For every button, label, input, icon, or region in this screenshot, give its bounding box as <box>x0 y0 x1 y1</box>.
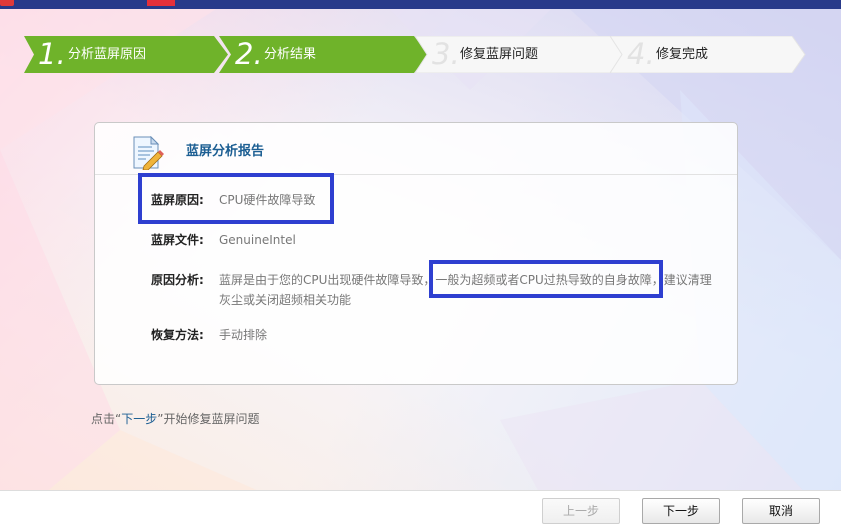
step-2-label: 分析结果 <box>264 47 317 62</box>
file-label: 蓝屏文件: <box>151 233 204 247</box>
report-panel <box>94 122 738 385</box>
step-2-number: 2. <box>235 37 263 71</box>
prev-button[interactable]: 上一步 <box>542 498 620 524</box>
step-3-label: 修复蓝屏问题 <box>460 47 539 62</box>
document-pencil-icon <box>130 135 164 174</box>
highlight-box-cause <box>138 173 334 224</box>
recovery-value: 手动排除 <box>219 328 268 342</box>
cancel-button[interactable]: 取消 <box>742 498 820 524</box>
step-4-label: 修复完成 <box>656 47 709 62</box>
hint-next-link[interactable]: 下一步 <box>121 412 157 426</box>
step-3: 3. 修复蓝屏问题 <box>415 36 625 73</box>
next-step-hint: 点击“下一步”开始修复蓝屏问题 <box>91 410 259 428</box>
step-1: 1. 分析蓝屏原因 <box>24 36 229 73</box>
title-badge <box>147 0 175 6</box>
step-1-label: 分析蓝屏原因 <box>68 47 147 62</box>
hint-prefix: 点击“ <box>91 412 122 426</box>
step-3-number: 3. <box>432 37 460 71</box>
next-button[interactable]: 下一步 <box>642 498 720 524</box>
step-1-number: 1. <box>38 37 66 71</box>
highlight-box-analysis <box>429 260 663 298</box>
report-title: 蓝屏分析报告 <box>186 144 265 159</box>
step-2: 2. 分析结果 <box>219 36 429 73</box>
hint-suffix: ”开始修复蓝屏问题 <box>157 412 260 426</box>
app-icon <box>0 0 14 6</box>
title-bar <box>0 0 841 9</box>
step-4: 4. 修复完成 <box>610 36 806 73</box>
file-value: GenuineIntel <box>219 233 296 247</box>
recovery-label: 恢复方法: <box>151 328 204 342</box>
analysis-label: 原因分析: <box>151 273 204 287</box>
step-4-number: 4. <box>627 37 655 71</box>
